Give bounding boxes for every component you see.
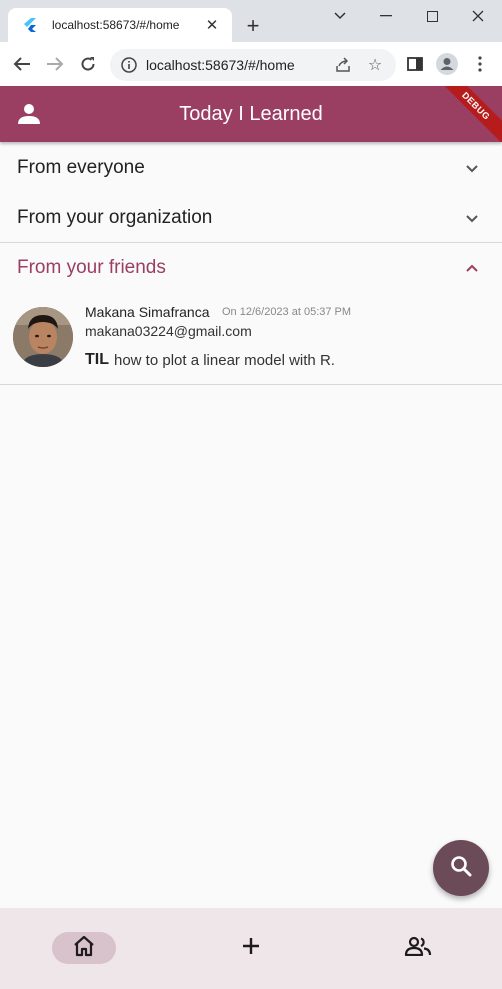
share-icon[interactable] xyxy=(332,54,354,76)
post-content: how to plot a linear model with R. xyxy=(114,352,335,369)
back-arrow-icon[interactable] xyxy=(10,52,34,76)
browser-tabstrip: localhost:58673/#/home ✕ + xyxy=(0,0,502,42)
tab-title: localhost:58673/#/home xyxy=(52,18,180,32)
nav-friends[interactable] xyxy=(386,932,450,964)
flutter-favicon-icon xyxy=(22,17,38,33)
chevron-down-icon xyxy=(462,158,482,178)
minimize-icon[interactable] xyxy=(370,6,402,26)
home-icon xyxy=(72,935,96,962)
nav-add[interactable] xyxy=(219,932,283,964)
close-tab-icon[interactable]: ✕ xyxy=(202,15,222,35)
maximize-icon[interactable] xyxy=(416,6,448,26)
close-window-icon[interactable] xyxy=(462,6,494,26)
section-label: From everyone xyxy=(17,157,145,178)
tab-search-chevron-down-icon[interactable] xyxy=(324,6,356,26)
section-from-everyone[interactable]: From everyone xyxy=(0,143,502,193)
nav-home[interactable] xyxy=(52,932,116,964)
browser-tab[interactable]: localhost:58673/#/home ✕ xyxy=(8,8,232,42)
section-label: From your organization xyxy=(17,207,213,228)
section-from-your-friends[interactable]: From your friends xyxy=(0,243,502,293)
section-label: From your friends xyxy=(17,257,166,278)
add-icon xyxy=(241,936,261,961)
site-info-icon[interactable] xyxy=(120,56,138,74)
section-from-your-organization[interactable]: From your organization xyxy=(0,193,502,243)
browser-menu-icon[interactable] xyxy=(468,52,492,76)
people-icon xyxy=(404,936,432,961)
url-text: localhost:58673/#/home xyxy=(146,57,295,73)
reload-icon[interactable] xyxy=(76,52,100,76)
til-post[interactable]: Makana Simafranca On 12/6/2023 at 05:37 … xyxy=(0,294,502,384)
search-fab-button[interactable] xyxy=(433,840,489,896)
profile-avatar-icon[interactable] xyxy=(435,52,459,76)
search-icon xyxy=(450,855,472,882)
forward-arrow-icon[interactable] xyxy=(43,52,67,76)
new-tab-button[interactable]: + xyxy=(240,13,266,39)
address-bar[interactable]: localhost:58673/#/home ☆ xyxy=(110,49,396,81)
til-prefix: TIL xyxy=(85,351,109,368)
post-date: On 12/6/2023 at 05:37 PM xyxy=(222,306,352,318)
app-title: Today I Learned xyxy=(179,102,323,125)
bottom-navigation xyxy=(0,908,502,989)
chevron-up-icon xyxy=(462,258,482,278)
debug-banner: DEBUG xyxy=(427,86,502,142)
browser-toolbar: localhost:58673/#/home ☆ xyxy=(0,42,502,87)
divider xyxy=(0,384,502,385)
author-name: Makana Simafranca xyxy=(85,304,210,320)
chevron-down-icon xyxy=(462,208,482,228)
author-email: makana03224@gmail.com xyxy=(85,323,252,339)
bookmark-star-icon[interactable]: ☆ xyxy=(364,54,386,76)
person-icon[interactable] xyxy=(17,102,41,126)
app-bar: Today I Learned DEBUG xyxy=(0,86,502,142)
author-avatar[interactable] xyxy=(13,307,73,367)
side-panel-icon[interactable] xyxy=(403,52,427,76)
